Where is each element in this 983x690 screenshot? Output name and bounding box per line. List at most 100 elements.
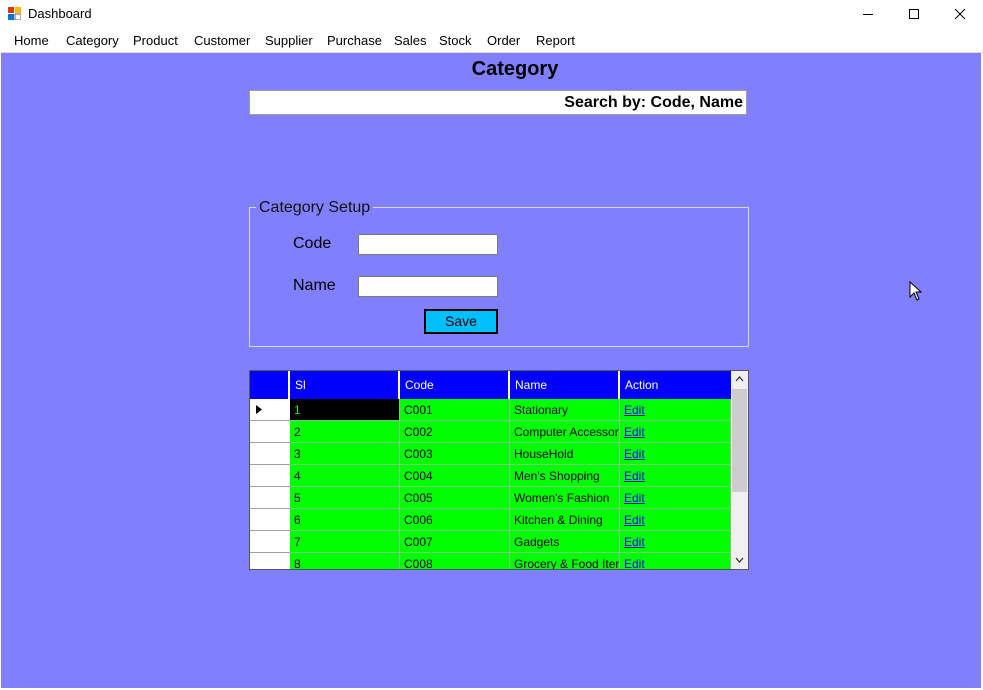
cell-sl[interactable]: 1 [290, 399, 400, 421]
cell-name[interactable]: Computer Accessory [510, 421, 620, 443]
table-row[interactable]: 7 C007 Gadgets Edit [290, 531, 731, 553]
edit-link[interactable]: Edit [624, 491, 645, 505]
menu-supplier[interactable]: Supplier [265, 33, 313, 48]
menu-report[interactable]: Report [536, 33, 575, 48]
header-action[interactable]: Action [620, 371, 731, 399]
edit-link[interactable]: Edit [624, 513, 645, 527]
cell-name[interactable]: HouseHold [510, 443, 620, 465]
cell-sl[interactable]: 4 [290, 465, 400, 487]
menu-order[interactable]: Order [487, 33, 520, 48]
cell-code[interactable]: C006 [400, 509, 510, 531]
group-legend: Category Setup [256, 199, 374, 217]
edit-link[interactable]: Edit [624, 447, 645, 461]
vertical-scrollbar[interactable] [731, 371, 748, 569]
cell-sl-text: 8 [294, 557, 301, 570]
search-input[interactable] [249, 90, 747, 115]
cell-code[interactable]: C002 [400, 421, 510, 443]
edit-link[interactable]: Edit [624, 557, 645, 569]
save-button[interactable]: Save [424, 309, 498, 334]
cell-name[interactable]: Gadgets [510, 531, 620, 553]
table-row[interactable]: 8 C008 Grocery & Food Items Edit [290, 553, 731, 570]
header-sl[interactable]: Sl [290, 371, 400, 399]
category-grid[interactable]: Sl Code Name Action 1 C001 Stationary Edit 2… [249, 370, 749, 570]
row-header[interactable] [250, 399, 290, 421]
maximize-button[interactable] [891, 0, 937, 28]
close-button[interactable] [937, 0, 983, 28]
cell-sl-text: 4 [294, 469, 301, 483]
cell-sl[interactable]: 6 [290, 509, 400, 531]
cell-code[interactable]: C005 [400, 487, 510, 509]
minimize-icon [863, 14, 873, 15]
edit-link[interactable]: Edit [624, 535, 645, 549]
cell-name[interactable]: Men's Shopping [510, 465, 620, 487]
cell-code-text: C006 [404, 513, 433, 527]
cell-sl-text: 5 [294, 491, 301, 505]
table-row[interactable]: 6 C006 Kitchen & Dining Edit [290, 509, 731, 531]
cell-code[interactable]: C008 [400, 553, 510, 570]
cell-name[interactable]: Women's Fashion [510, 487, 620, 509]
edit-link[interactable]: Edit [624, 403, 645, 417]
menu-product[interactable]: Product [133, 33, 178, 48]
table-row[interactable]: 4 C004 Men's Shopping Edit [290, 465, 731, 487]
cell-code-text: C001 [404, 403, 433, 417]
cell-code-text: C008 [404, 557, 433, 570]
row-header[interactable] [250, 531, 290, 553]
window-title: Dashboard [28, 6, 92, 21]
scroll-up-icon[interactable] [735, 375, 744, 382]
maximize-icon [909, 9, 919, 19]
cell-code[interactable]: C007 [400, 531, 510, 553]
code-field[interactable] [358, 234, 498, 255]
cell-action: Edit [620, 399, 731, 421]
row-header[interactable] [250, 465, 290, 487]
menu-customer[interactable]: Customer [194, 33, 250, 48]
cell-sl[interactable]: 3 [290, 443, 400, 465]
row-header[interactable] [250, 443, 290, 465]
code-label: Code [293, 235, 332, 252]
menu-home[interactable]: Home [14, 33, 49, 48]
cell-sl[interactable]: 5 [290, 487, 400, 509]
cell-code[interactable]: C004 [400, 465, 510, 487]
cell-name-text: Kitchen & Dining [514, 513, 603, 527]
row-header[interactable] [250, 509, 290, 531]
name-field[interactable] [358, 276, 498, 297]
grid-header: Sl Code Name Action [250, 371, 731, 399]
header-name[interactable]: Name [510, 371, 620, 399]
scroll-down-icon[interactable] [735, 557, 744, 564]
cell-name[interactable]: Grocery & Food Items [510, 553, 620, 569]
edit-link[interactable]: Edit [624, 469, 645, 483]
table-row[interactable]: 2 C002 Computer Accessory Edit [290, 421, 731, 443]
cell-code[interactable]: C003 [400, 443, 510, 465]
cell-name-text: Stationary [514, 403, 569, 417]
name-label: Name [293, 277, 336, 294]
cell-code-text: C004 [404, 469, 433, 483]
cell-name-text: HouseHold [514, 447, 574, 461]
cell-action: Edit [620, 443, 731, 465]
menu-sales[interactable]: Sales [394, 33, 427, 48]
menu-bar: Home Category Product Customer Supplier … [0, 29, 983, 53]
cell-sl[interactable]: 2 [290, 421, 400, 443]
cell-name[interactable]: Kitchen & Dining [510, 509, 620, 531]
cell-sl[interactable]: 7 [290, 531, 400, 553]
cell-code[interactable]: C001 [400, 399, 510, 421]
minimize-button[interactable] [845, 0, 891, 28]
edit-link[interactable]: Edit [624, 425, 645, 439]
cell-name[interactable]: Stationary [510, 399, 620, 421]
table-row[interactable]: 1 C001 Stationary Edit [290, 399, 731, 421]
cell-name-text: Men's Shopping [514, 469, 600, 483]
table-row[interactable]: 3 C003 HouseHold Edit [290, 443, 731, 465]
menu-category[interactable]: Category [66, 33, 119, 48]
menu-purchase[interactable]: Purchase [327, 33, 382, 48]
cell-code-text: C007 [404, 535, 433, 549]
menu-stock[interactable]: Stock [439, 33, 472, 48]
header-code[interactable]: Code [400, 371, 510, 399]
app-icon [8, 7, 21, 20]
row-header[interactable] [250, 421, 290, 443]
row-header[interactable] [250, 487, 290, 509]
cell-action: Edit [620, 509, 731, 531]
category-setup-group: Category Setup Code Name Save [249, 199, 749, 347]
cell-action: Edit [620, 487, 731, 509]
row-header[interactable] [250, 553, 290, 569]
scroll-thumb[interactable] [732, 389, 747, 492]
table-row[interactable]: 5 C005 Women's Fashion Edit [290, 487, 731, 509]
cell-sl[interactable]: 8 [290, 553, 400, 570]
